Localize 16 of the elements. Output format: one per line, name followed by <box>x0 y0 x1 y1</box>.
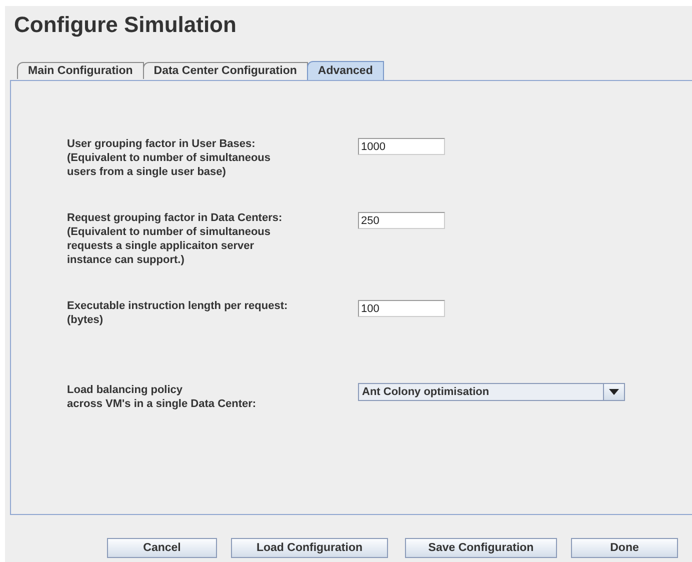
input-field[interactable]: 250 <box>358 212 445 229</box>
tab[interactable]: Main Configuration <box>17 62 144 79</box>
button[interactable]: Save Configuration <box>405 538 557 558</box>
button[interactable]: Load Configuration <box>231 538 388 558</box>
setting-label: Request grouping factor in Data Centers: (Equivalent to number of simultaneous requests a single applicaiton server instance can support.) <box>67 211 284 267</box>
input-field[interactable]: 100 <box>358 300 445 317</box>
setting-label: Executable instruction length per request: (bytes) <box>67 299 289 327</box>
input-field[interactable]: 1000 <box>358 138 445 155</box>
tab[interactable]: Advanced <box>306 61 384 80</box>
setting-label: Load balancing policy across VM's in a single Data Center: <box>67 383 258 411</box>
button[interactable]: Done <box>571 538 678 558</box>
tab[interactable]: Data Center Configuration <box>142 62 308 79</box>
button[interactable]: Cancel <box>107 538 217 558</box>
window-title: Configure Simulation <box>13 11 238 39</box>
setting-label: User grouping factor in User Bases: (Equivalent to number of simultaneous users from a single user base) <box>67 137 272 179</box>
dropdown[interactable]: Ant Colony optimisation <box>358 383 625 401</box>
